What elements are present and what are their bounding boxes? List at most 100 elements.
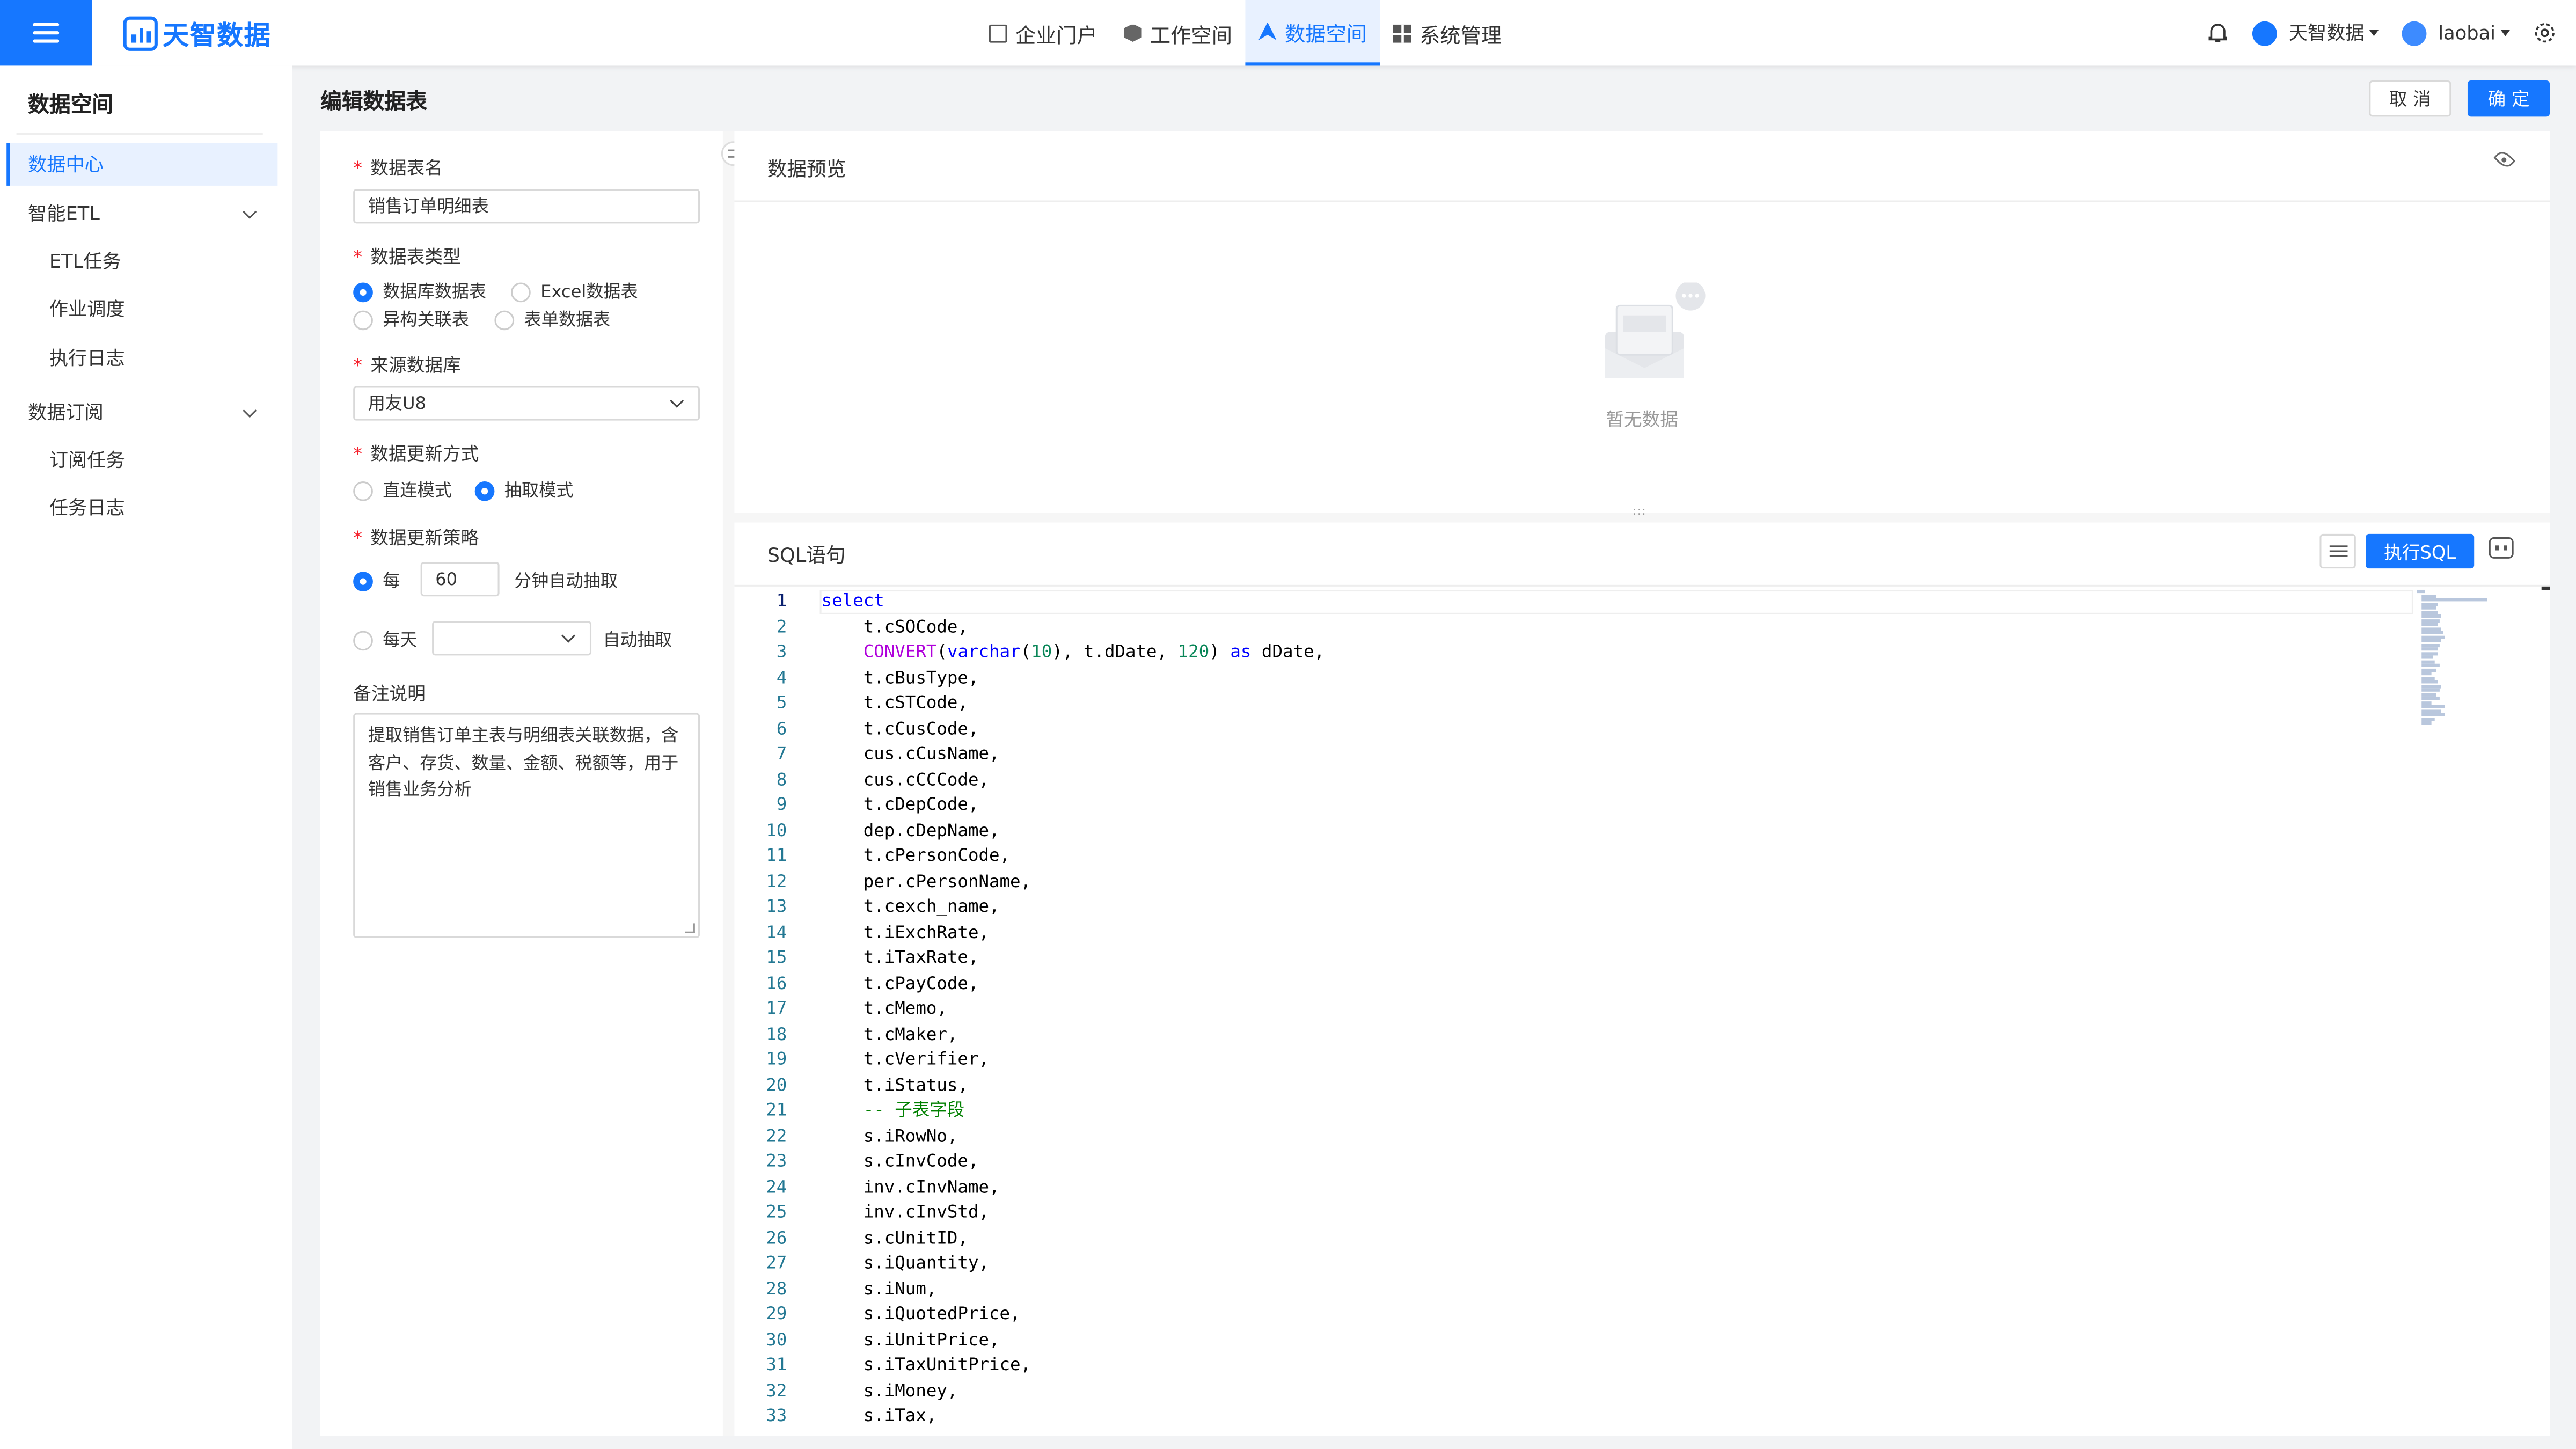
nav-data-space[interactable]: 数据空间 <box>1245 0 1380 66</box>
top-right-tools: 天智数据 laobai <box>2184 0 2556 65</box>
sidebar-item-smart-etl[interactable]: 智能ETL <box>6 192 277 235</box>
tenant-switcher[interactable]: 天智数据 <box>2252 20 2380 46</box>
radio-db-table[interactable]: 数据库数据表 <box>353 279 486 304</box>
remark-textarea[interactable]: 提取销售订单主表与明细表关联数据，含客户、存货、数量、金额、税额等，用于销售业务… <box>353 713 700 938</box>
code-line[interactable]: 8 cus.cCCCode, <box>734 768 2550 793</box>
ai-assistant-icon[interactable] <box>2489 537 2514 559</box>
code-line[interactable]: 7 cus.cCusName, <box>734 743 2550 768</box>
tenant-name: 天智数据 <box>2288 21 2365 45</box>
sidebar-item-data-center[interactable]: 数据中心 <box>6 143 278 186</box>
bell-icon <box>2209 24 2228 42</box>
code-text: s.iTaxUnitPrice, <box>821 1355 1031 1375</box>
radio-excel-table[interactable]: Excel数据表 <box>511 279 638 304</box>
radio-unchecked-icon <box>353 480 373 501</box>
code-line[interactable]: 10 dep.cDepName, <box>734 819 2550 844</box>
line-number: 31 <box>766 1355 787 1375</box>
code-line[interactable]: 31 s.iTaxUnitPrice, <box>734 1353 2550 1379</box>
code-line[interactable]: 19 t.cVerifier, <box>734 1048 2550 1073</box>
code-line[interactable]: 15 t.iTaxRate, <box>734 946 2550 971</box>
table-name-label: * 数据表名 <box>353 157 443 179</box>
code-text: t.iTaxRate, <box>821 948 979 968</box>
code-line[interactable]: 28 s.iNum, <box>734 1277 2550 1302</box>
radio-unchecked-icon <box>494 310 515 330</box>
code-line[interactable]: 20 t.iStatus, <box>734 1074 2550 1099</box>
eye-icon[interactable] <box>2493 148 2516 171</box>
code-line[interactable]: 4 t.cBusType, <box>734 666 2550 691</box>
daily-time-select[interactable] <box>432 621 592 656</box>
radio-every-minutes[interactable]: 每 <box>353 568 400 593</box>
line-number: 24 <box>766 1177 787 1197</box>
nav-system-management[interactable]: 系统管理 <box>1380 0 1515 65</box>
sql-editor[interactable]: 1 select 2 t.cSOCode, 3 CONVERT(varchar(10)… <box>734 590 2550 1430</box>
chevron-down-icon <box>561 628 576 643</box>
code-line[interactable]: 24 inv.cInvName, <box>734 1175 2550 1201</box>
code-line[interactable]: 9 t.cDepCode, <box>734 794 2550 819</box>
code-line[interactable]: 5 t.cSTCode, <box>734 692 2550 717</box>
grid-icon <box>1393 24 1411 42</box>
code-line[interactable]: 29 s.iQuotedPrice, <box>734 1303 2550 1328</box>
radio-checked-icon <box>353 570 373 591</box>
nav-workspace[interactable]: 工作空间 <box>1110 0 1245 65</box>
source-db-select[interactable]: 用友U8 <box>353 386 700 421</box>
radio-daily[interactable]: 每天 <box>353 627 418 652</box>
code-line[interactable]: 3 CONVERT(varchar(10), t.dDate, 120) as … <box>734 641 2550 666</box>
code-line[interactable]: 27 s.iQuantity, <box>734 1252 2550 1277</box>
table-type-label: * 数据表类型 <box>353 246 461 268</box>
resize-handle-icon[interactable] <box>685 923 695 933</box>
line-number: 23 <box>766 1151 787 1172</box>
logo[interactable]: 天智数据 <box>123 13 272 52</box>
line-number: 27 <box>766 1253 787 1274</box>
nav-enterprise-portal[interactable]: 企业门户 <box>976 0 1110 65</box>
code-line[interactable]: 26 s.cUnitID, <box>734 1226 2550 1252</box>
code-line[interactable]: 32 s.iMoney, <box>734 1379 2550 1404</box>
scrollbar-marker[interactable] <box>2541 586 2550 590</box>
format-settings-button[interactable] <box>2319 533 2356 569</box>
code-line[interactable]: 16 t.cPayCode, <box>734 972 2550 997</box>
sidebar-item-exec-log[interactable]: 执行日志 <box>6 337 277 380</box>
code-line[interactable]: 23 s.cInvCode, <box>734 1150 2550 1175</box>
line-number: 17 <box>766 999 787 1019</box>
code-line[interactable]: 21 -- 子表字段 <box>734 1099 2550 1124</box>
drag-handle-icon[interactable]: ∶∶∶ <box>1633 506 1647 519</box>
code-text: s.iTax, <box>821 1406 937 1426</box>
code-line[interactable]: 17 t.cMemo, <box>734 997 2550 1022</box>
code-line[interactable]: 1 select <box>734 590 2550 615</box>
code-line[interactable]: 2 t.cSOCode, <box>734 615 2550 640</box>
radio-direct-mode[interactable]: 直连模式 <box>353 478 452 503</box>
settings-button[interactable] <box>2533 21 2556 45</box>
code-line[interactable]: 6 t.cCusCode, <box>734 717 2550 742</box>
code-line[interactable]: 33 s.iTax, <box>734 1404 2550 1430</box>
sidebar-item-etl-tasks[interactable]: ETL任务 <box>6 240 277 283</box>
radio-extract-mode[interactable]: 抽取模式 <box>474 478 573 503</box>
line-number: 1 <box>776 591 787 611</box>
code-line[interactable]: 11 t.cPersonCode, <box>734 844 2550 869</box>
code-text: t.cVerifier, <box>821 1050 990 1070</box>
sidebar-item-label: 任务日志 <box>49 496 125 519</box>
cancel-button[interactable]: 取 消 <box>2369 80 2451 117</box>
code-line[interactable]: 14 t.iExchRate, <box>734 921 2550 946</box>
code-line[interactable]: 12 per.cPersonName, <box>734 870 2550 895</box>
minutes-input[interactable]: 60 <box>420 561 500 597</box>
radio-unchecked-icon <box>353 310 373 330</box>
code-text: inv.cInvStd, <box>821 1202 990 1223</box>
top-bar: 天智数据 企业门户 工作空间 数据空间 系统管理 天智数据 laobai <box>0 0 2576 66</box>
editor-minimap[interactable] <box>2417 589 2499 724</box>
code-line[interactable]: 22 s.iRowNo, <box>734 1124 2550 1150</box>
sidebar-item-data-subscription[interactable]: 数据订阅 <box>6 391 277 434</box>
sidebar-item-task-log[interactable]: 任务日志 <box>6 486 277 529</box>
menu-toggle-button[interactable] <box>0 0 92 66</box>
code-text: s.iMoney, <box>821 1380 958 1401</box>
sidebar-item-subscription-tasks[interactable]: 订阅任务 <box>6 438 277 481</box>
execute-sql-button[interactable]: 执行SQL <box>2366 533 2475 569</box>
code-line[interactable]: 30 s.iUnitPrice, <box>734 1328 2550 1353</box>
notification-bell[interactable] <box>2207 21 2230 45</box>
radio-form-table[interactable]: 表单数据表 <box>494 307 610 332</box>
code-line[interactable]: 18 t.cMaker, <box>734 1023 2550 1048</box>
confirm-button[interactable]: 确 定 <box>2467 80 2550 117</box>
user-menu[interactable]: laobai <box>2402 20 2511 46</box>
radio-hetero-join-table[interactable]: 异构关联表 <box>353 307 469 332</box>
code-line[interactable]: 25 inv.cInvStd, <box>734 1201 2550 1226</box>
table-name-input[interactable]: 销售订单明细表 <box>353 189 700 224</box>
code-line[interactable]: 13 t.cexch_name, <box>734 895 2550 920</box>
sidebar-item-job-schedule[interactable]: 作业调度 <box>6 288 277 331</box>
